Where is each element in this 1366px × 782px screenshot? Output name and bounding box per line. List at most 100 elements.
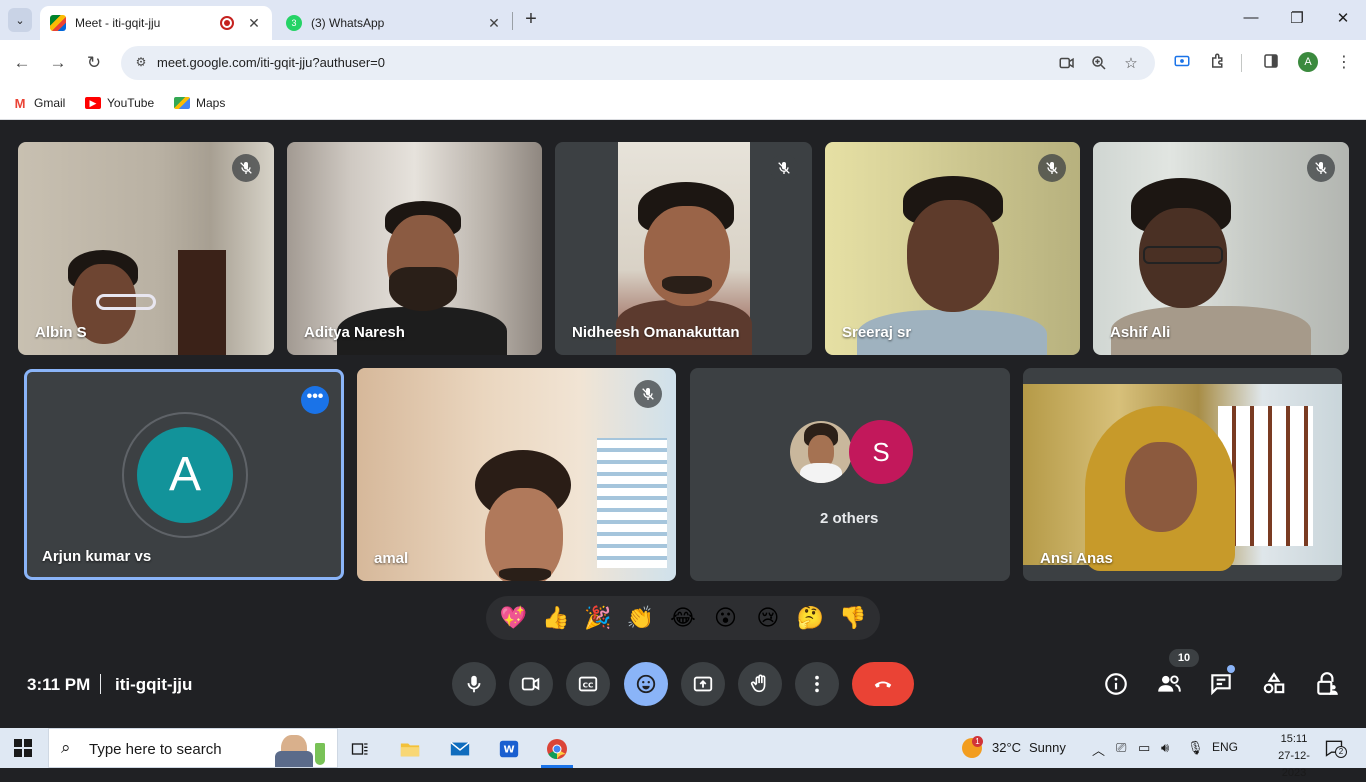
people-button[interactable]	[1154, 669, 1184, 699]
participant-tile-sreeraj[interactable]: Sreeraj sr	[825, 142, 1080, 355]
mail-icon[interactable]	[440, 732, 480, 766]
notifications-icon[interactable]: 2	[1324, 738, 1347, 758]
participant-name: Sreeraj sr	[842, 324, 912, 341]
close-tab-icon[interactable]: ✕	[246, 15, 262, 32]
weather-description[interactable]: Sunny	[1029, 740, 1066, 755]
battery-icon[interactable]: ▭	[1138, 740, 1150, 756]
weather-badge: 1	[972, 736, 983, 747]
camera-icon	[521, 677, 540, 691]
more-options-button[interactable]	[795, 662, 839, 706]
participant-name: Aditya Naresh	[304, 324, 405, 341]
participant-tile-nidheesh[interactable]: Nidheesh Omanakuttan	[555, 142, 812, 355]
microphone-tray-icon[interactable]: 🎙︎	[1187, 740, 1204, 756]
show-hidden-icons-icon[interactable]: ︿	[1092, 740, 1105, 759]
present-button[interactable]	[681, 662, 725, 706]
host-controls-button[interactable]	[1312, 669, 1342, 699]
reaction-surprised[interactable]: 😮	[710, 603, 740, 633]
raise-hand-button[interactable]	[738, 662, 782, 706]
microphone-button[interactable]	[452, 662, 496, 706]
forward-button[interactable]: →	[46, 51, 70, 75]
gmail-icon: M	[14, 95, 26, 111]
task-view-icon[interactable]	[340, 732, 380, 766]
tab-search-button[interactable]: ⌄	[8, 8, 32, 32]
participant-tile-albin[interactable]: Albin S	[18, 142, 274, 355]
present-screen-icon	[693, 676, 713, 692]
others-tile[interactable]: S 2 others	[690, 368, 1010, 581]
participant-tile-ashif[interactable]: Ashif Ali	[1093, 142, 1349, 355]
reaction-thumbs-up[interactable]: 👍	[541, 603, 571, 633]
close-window-button[interactable]: ✕	[1328, 9, 1358, 27]
cast-icon[interactable]	[1171, 52, 1193, 74]
activities-button[interactable]	[1259, 669, 1289, 699]
video-feed	[1023, 384, 1342, 571]
weather-temperature[interactable]: 32°C	[992, 740, 1021, 755]
windows-start-icon[interactable]	[14, 739, 32, 757]
new-tab-button[interactable]: +	[520, 8, 542, 30]
more-options-button[interactable]: •••	[301, 386, 329, 414]
reaction-crying[interactable]: 😢	[753, 603, 783, 633]
reaction-sparkling-heart[interactable]: 💖	[498, 603, 528, 633]
search-highlight-image	[263, 731, 331, 767]
muted-mic-icon	[1307, 154, 1335, 182]
volume-icon[interactable]: 🔊︎	[1161, 740, 1169, 756]
camera-in-use-icon[interactable]	[1057, 54, 1077, 74]
language-indicator[interactable]: ENG	[1212, 740, 1238, 754]
maps-icon	[174, 97, 190, 109]
reactions-bar: 💖 👍 🎉 👏 😂 😮 😢 🤔 👎	[486, 596, 880, 640]
bookmark-label: Gmail	[34, 96, 66, 110]
taskbar-search[interactable]: ⌕ Type here to search	[48, 728, 338, 768]
tab-meet[interactable]: Meet - iti-gqit-jju ✕	[40, 6, 272, 40]
other-participant-avatar	[790, 421, 852, 483]
reactions-button[interactable]	[624, 662, 668, 706]
chat-button[interactable]	[1206, 669, 1236, 699]
bookmark-maps[interactable]: Maps	[174, 92, 225, 114]
address-bar[interactable]: ⚙ meet.google.com/iti-gqit-jju?authuser=…	[121, 46, 1155, 80]
door	[178, 250, 226, 355]
tab-whatsapp[interactable]: 3 (3) WhatsApp ✕	[276, 6, 512, 40]
participant-tile-aditya[interactable]: Aditya Naresh	[287, 142, 542, 355]
muted-mic-icon	[634, 380, 662, 408]
minimize-button[interactable]: —	[1236, 9, 1266, 26]
bookmark-youtube[interactable]: ▶ YouTube	[85, 92, 154, 114]
reaction-clapping[interactable]: 👏	[626, 603, 656, 633]
participant-tile-arjun[interactable]: ••• A Arjun kumar vs	[24, 369, 344, 580]
restore-button[interactable]: ❐	[1282, 9, 1312, 27]
emoji-icon	[636, 674, 656, 694]
camera-button[interactable]	[509, 662, 553, 706]
close-tab-icon[interactable]: ✕	[486, 15, 502, 32]
more-vert-icon	[815, 675, 819, 693]
captions-button[interactable]: CC	[566, 662, 610, 706]
back-button[interactable]: ←	[10, 51, 34, 75]
site-info-icon[interactable]: ⚙	[133, 55, 149, 71]
word-app-icon[interactable]: W	[489, 732, 529, 766]
clock-date: 27-12-2023	[1278, 750, 1310, 779]
camera-tray-icon[interactable]: ⎚	[1116, 740, 1126, 756]
side-panel-icon[interactable]	[1260, 52, 1282, 74]
reaction-party-popper[interactable]: 🎉	[583, 603, 613, 633]
bookmarks-bar: M Gmail ▶ YouTube Maps	[0, 86, 1366, 120]
file-explorer-icon[interactable]	[390, 732, 430, 766]
reaction-thumbs-down[interactable]: 👎	[838, 603, 868, 633]
bookmark-gmail[interactable]: M Gmail	[12, 92, 66, 114]
meeting-details-button[interactable]	[1101, 669, 1131, 699]
participant-tile-amal[interactable]: amal	[357, 368, 676, 581]
activities-icon	[1263, 672, 1285, 694]
url-text[interactable]: meet.google.com/iti-gqit-jju?authuser=0	[157, 55, 385, 70]
raise-hand-icon	[750, 674, 766, 693]
clock[interactable]: 15:11 27-12-2023	[1266, 731, 1322, 782]
participant-tile-ansi[interactable]: Ansi Anas	[1023, 368, 1342, 581]
participant-name: Ashif Ali	[1110, 324, 1171, 341]
reaction-thinking[interactable]: 🤔	[795, 603, 825, 633]
search-icon: ⌕	[61, 738, 71, 757]
extensions-icon[interactable]	[1207, 52, 1229, 74]
chrome-icon[interactable]	[537, 732, 577, 768]
bookmark-star-icon[interactable]: ☆	[1121, 54, 1141, 74]
browser-menu-icon[interactable]: ⋮	[1333, 52, 1355, 74]
leave-call-button[interactable]	[852, 662, 914, 706]
muted-mic-icon	[232, 154, 260, 182]
profile-avatar[interactable]: A	[1298, 52, 1318, 72]
tab-divider	[512, 12, 513, 30]
zoom-icon[interactable]	[1089, 54, 1109, 74]
reaction-joy[interactable]: 😂	[668, 603, 698, 633]
reload-button[interactable]: ↻	[82, 51, 106, 75]
